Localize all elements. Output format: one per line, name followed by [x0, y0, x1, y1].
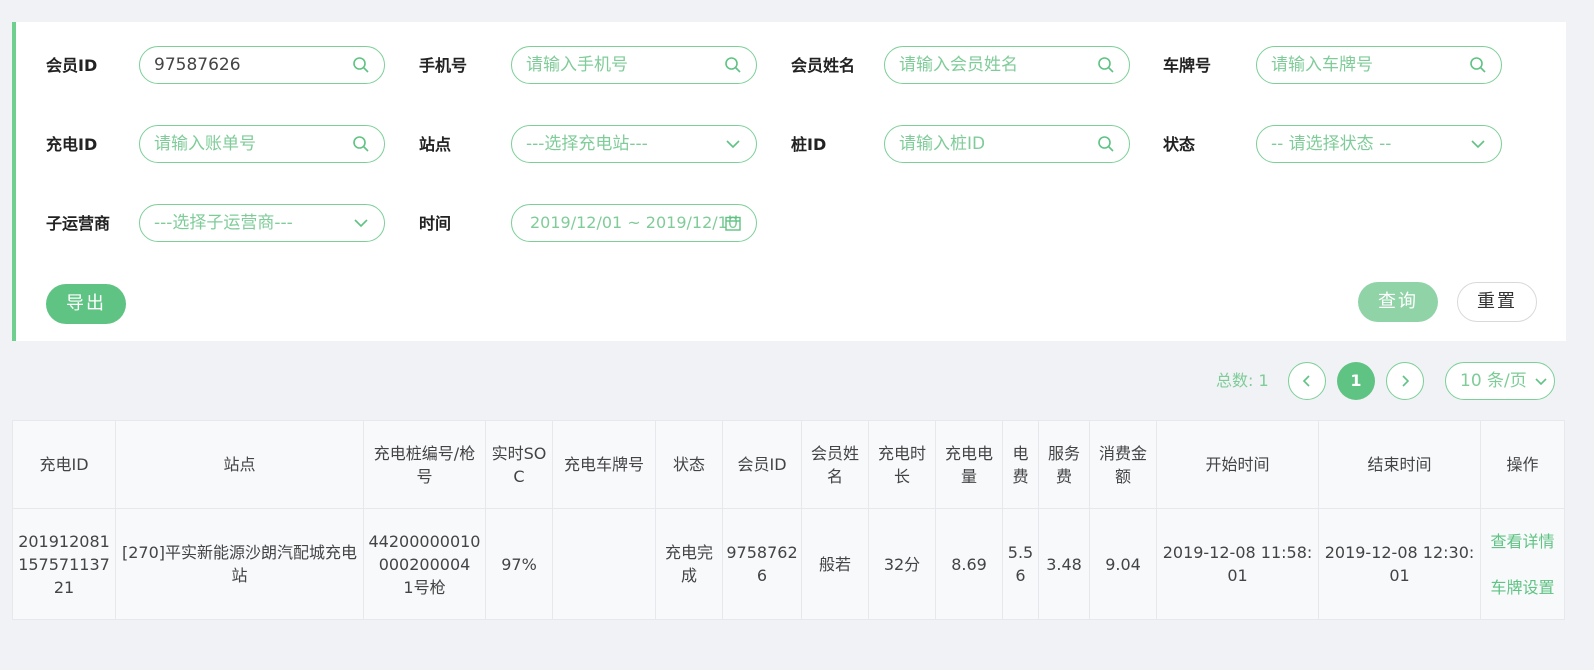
col-electric-fee: 电费	[1002, 420, 1039, 509]
plate-label: 车牌号	[1163, 56, 1212, 75]
member-id-field[interactable]	[139, 46, 385, 84]
col-member-name: 会员姓名	[801, 420, 869, 509]
cell-station: [270]平实新能源沙朗汽配城充电站	[115, 508, 364, 620]
search-icon[interactable]	[352, 135, 370, 153]
cell-total: 9.04	[1089, 508, 1157, 620]
filter-panel: 会员ID 手机号 会员姓名 车牌号 充电ID 站点 ---选择充电站--- 桩I…	[12, 22, 1566, 341]
station-label: 站点	[419, 135, 452, 154]
plate-field[interactable]	[1256, 46, 1502, 84]
chevron-right-icon	[1402, 375, 1410, 387]
plate-input[interactable]	[1271, 47, 1471, 83]
time-label: 时间	[419, 214, 452, 233]
search-icon[interactable]	[352, 56, 370, 74]
date-range-field[interactable]: 2019/12/01 ~ 2019/12/10	[511, 204, 757, 242]
member-id-input[interactable]	[154, 47, 354, 83]
status-label: 状态	[1163, 135, 1196, 154]
station-select[interactable]: ---选择充电站---	[511, 125, 757, 163]
cell-member-id: 97587626	[722, 508, 802, 620]
col-service-fee: 服务费	[1038, 420, 1090, 509]
member-name-field[interactable]	[884, 46, 1130, 84]
col-status: 状态	[655, 420, 723, 509]
pile-id-label: 桩ID	[791, 135, 827, 154]
table-header-row: 充电ID 站点 充电桩编号/枪号 实时SOC 充电车牌号 状态 会员ID 会员姓…	[12, 420, 1565, 509]
cell-pile: 44200000010000200004 1号枪	[363, 508, 486, 620]
charge-id-input[interactable]	[154, 126, 354, 162]
total-label: 总数:	[1216, 371, 1254, 390]
pile-id-field[interactable]	[884, 125, 1130, 163]
station-select-value: ---选择充电站---	[526, 134, 648, 154]
charge-records-table: 充电ID 站点 充电桩编号/枪号 实时SOC 充电车牌号 状态 会员ID 会员姓…	[12, 420, 1565, 620]
col-ops: 操作	[1480, 420, 1565, 509]
member-name-label: 会员姓名	[791, 56, 856, 75]
ops-spacer	[1483, 553, 1562, 576]
charge-id-label: 充电ID	[46, 135, 98, 154]
cell-start-time: 2019-12-08 11:58:01	[1156, 508, 1319, 620]
charge-id-field[interactable]	[139, 125, 385, 163]
cell-energy: 8.69	[935, 508, 1003, 620]
cell-end-time: 2019-12-08 12:30:01	[1318, 508, 1481, 620]
sub-operator-select[interactable]: ---选择子运营商---	[139, 204, 385, 242]
total-value: 1	[1258, 371, 1269, 390]
search-icon[interactable]	[1469, 56, 1487, 74]
phone-field[interactable]	[511, 46, 757, 84]
next-page-button[interactable]	[1386, 362, 1424, 400]
phone-label: 手机号	[419, 56, 468, 75]
chevron-down-icon[interactable]	[724, 135, 742, 153]
col-start-time: 开始时间	[1156, 420, 1319, 509]
plate-settings-link[interactable]: 车牌设置	[1483, 576, 1562, 599]
col-soc: 实时SOC	[485, 420, 553, 509]
col-total: 消费金额	[1089, 420, 1157, 509]
pile-id-input[interactable]	[899, 126, 1099, 162]
view-details-link[interactable]: 查看详情	[1483, 530, 1562, 553]
page-size-select[interactable]: 10 条/页	[1445, 362, 1555, 400]
chevron-down-icon[interactable]	[1469, 135, 1487, 153]
export-button[interactable]: 导出	[46, 284, 126, 324]
chevron-down-icon	[1535, 378, 1547, 386]
cell-member-name: 般若	[801, 508, 869, 620]
table-row: 20191208115757113721 [270]平实新能源沙朗汽配城充电站 …	[12, 508, 1565, 620]
status-select-value: -- 请选择状态 --	[1271, 134, 1392, 154]
col-pile: 充电桩编号/枪号	[363, 420, 486, 509]
prev-page-button[interactable]	[1288, 362, 1326, 400]
col-plate: 充电车牌号	[552, 420, 656, 509]
cell-plate	[552, 508, 656, 620]
cell-status: 充电完成	[655, 508, 723, 620]
total-count: 总数: 1	[1216, 361, 1269, 401]
chevron-left-icon	[1302, 375, 1310, 387]
sub-operator-select-value: ---选择子运营商---	[154, 213, 293, 233]
cell-gun-number: 1号枪	[403, 577, 446, 597]
cell-electric-fee: 5.56	[1002, 508, 1039, 620]
status-select[interactable]: -- 请选择状态 --	[1256, 125, 1502, 163]
cell-charge-id: 20191208115757113721	[12, 508, 116, 620]
cell-pile-number: 44200000010000200004	[368, 531, 481, 574]
phone-input[interactable]	[526, 47, 726, 83]
col-end-time: 结束时间	[1318, 420, 1481, 509]
member-name-input[interactable]	[899, 47, 1099, 83]
col-energy: 充电电量	[935, 420, 1003, 509]
cell-duration: 32分	[868, 508, 936, 620]
cell-soc: 97%	[485, 508, 553, 620]
chevron-down-icon[interactable]	[352, 214, 370, 232]
cell-service-fee: 3.48	[1038, 508, 1090, 620]
sub-operator-label: 子运营商	[46, 214, 111, 233]
query-button[interactable]: 查询	[1358, 282, 1438, 322]
member-id-label: 会员ID	[46, 56, 98, 75]
calendar-icon[interactable]	[724, 214, 742, 232]
search-icon[interactable]	[724, 56, 742, 74]
search-icon[interactable]	[1097, 135, 1115, 153]
col-member-id: 会员ID	[722, 420, 802, 509]
cell-ops: 查看详情 车牌设置	[1480, 508, 1565, 620]
date-range-value: 2019/12/01 ~ 2019/12/10	[530, 213, 739, 232]
page-1-button[interactable]: 1	[1337, 362, 1375, 400]
col-charge-id: 充电ID	[12, 420, 116, 509]
search-icon[interactable]	[1097, 56, 1115, 74]
col-duration: 充电时长	[868, 420, 936, 509]
col-station: 站点	[115, 420, 364, 509]
page-size-value: 10 条/页	[1460, 371, 1527, 391]
reset-button[interactable]: 重置	[1457, 282, 1537, 322]
